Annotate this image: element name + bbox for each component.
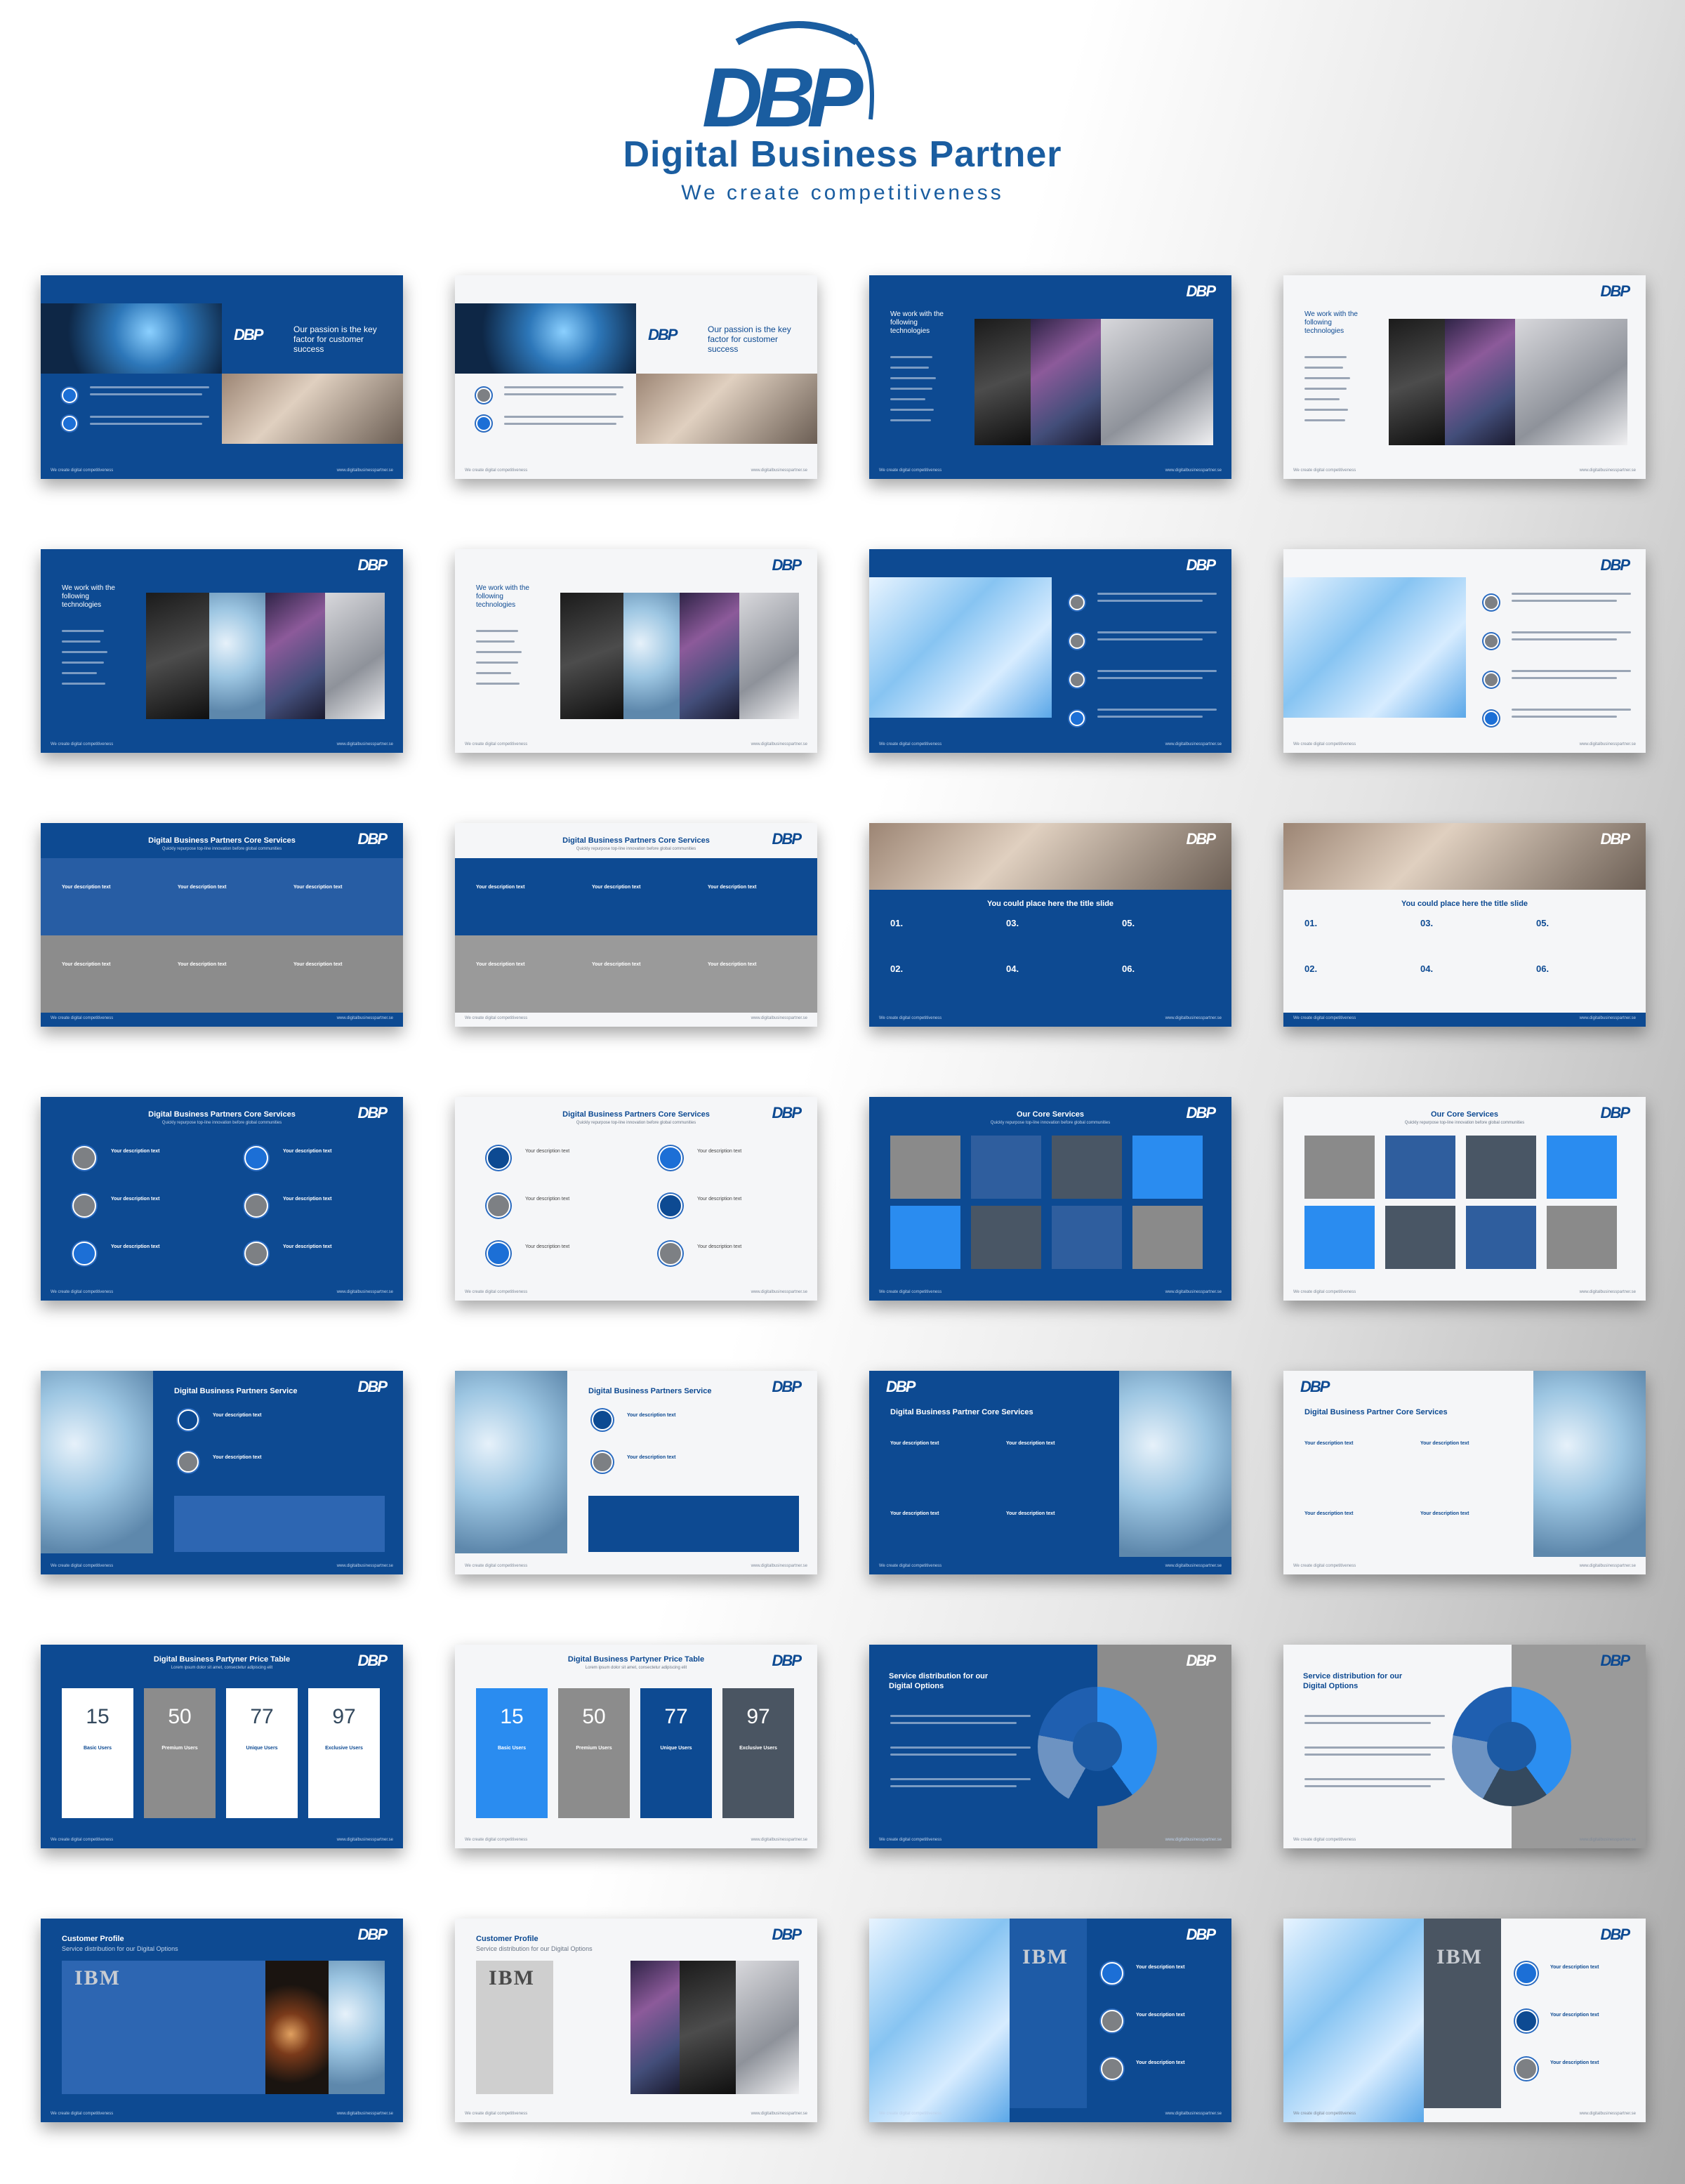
network-photo	[636, 374, 817, 444]
woman-globe-photo	[1533, 1371, 1646, 1557]
hand-photo	[41, 303, 222, 374]
donut-chart	[1038, 1687, 1157, 1806]
target-icon	[1069, 595, 1085, 610]
calendar-icon	[1069, 711, 1085, 726]
target-icon	[1484, 595, 1499, 610]
price-card-premium[interactable]: 50 Premium Users	[558, 1688, 630, 1818]
slide-title: You could place here the title slide	[1401, 900, 1528, 908]
slide-tech-light[interactable]: DBP We work with the following technolog…	[1283, 275, 1646, 479]
slide-icons-light[interactable]: DBP Digital Business Partners Core Servi…	[455, 1097, 817, 1301]
slide-ibm-light[interactable]: IBM DBP Your description text Your descr…	[1283, 1919, 1646, 2122]
slide-price-light[interactable]: DBP Digital Business Partyner Price Tabl…	[455, 1645, 817, 1848]
slide-customer-light[interactable]: DBP Customer Profile Service distributio…	[455, 1919, 817, 2122]
price-card-exclusive[interactable]: 97 Exclusive Users	[308, 1688, 380, 1818]
calendar-icon	[1484, 711, 1499, 726]
slide-partner-core-dark[interactable]: DBP Digital Business Partner Core Servic…	[869, 1371, 1231, 1574]
group-icon	[1069, 633, 1085, 649]
slide-customer-dark[interactable]: DBP Customer Profile Service distributio…	[41, 1919, 403, 2122]
slide-title: We work with the following technologies	[1304, 310, 1358, 335]
hourglass-icon	[1069, 672, 1085, 688]
price-card-unique[interactable]: 77 Unique Users	[226, 1688, 298, 1818]
slide-passion-light[interactable]: DBP Our passion is the key factor for cu…	[455, 275, 817, 479]
slide-title: We work with the following technologies	[890, 310, 944, 335]
price-card-basic[interactable]: 15 Basic Users	[476, 1688, 548, 1818]
price-card-unique[interactable]: 77 Unique Users	[640, 1688, 712, 1818]
chart-photo	[1283, 1919, 1424, 2122]
chart-photo	[869, 1919, 1010, 2122]
slide-price-dark[interactable]: DBP Digital Business Partyner Price Tabl…	[41, 1645, 403, 1848]
slide-logo: DBP	[1600, 830, 1630, 848]
slide-passion-dark[interactable]: DBP Our passion is the key factor for cu…	[41, 275, 403, 479]
slide-tech2-light[interactable]: DBP We work with the following technolog…	[455, 549, 817, 753]
network-photo	[1283, 823, 1646, 890]
slide-logo: DBP	[772, 556, 802, 574]
slide-logo: DBP	[1600, 1926, 1630, 1943]
svg-text:DBP: DBP	[702, 51, 864, 145]
price-card-premium[interactable]: 50 Premium Users	[144, 1688, 216, 1818]
slide-service-dark[interactable]: DBP Digital Business Partners Service Yo…	[41, 1371, 403, 1574]
slide-numbered-dark[interactable]: DBP You could place here the title slide…	[869, 823, 1231, 1027]
chart-photo	[869, 577, 1052, 718]
slide-logo: DBP	[1600, 1652, 1630, 1669]
price-card-exclusive[interactable]: 97 Exclusive Users	[722, 1688, 794, 1818]
slide-partner-core-light[interactable]: DBP Digital Business Partner Core Servic…	[1283, 1371, 1646, 1574]
slide-tiles-dark[interactable]: DBP Our Core Services Quickly repurpose …	[869, 1097, 1231, 1301]
slide-title: We work with the following technologies	[62, 584, 115, 609]
target-icon	[476, 388, 491, 403]
hourglass-icon	[1484, 672, 1499, 688]
slide-logo: DBP	[1300, 1378, 1330, 1395]
user-icon	[62, 416, 77, 431]
slide-logo: DBP	[357, 1378, 388, 1395]
slide-logo: DBP	[1600, 282, 1630, 300]
slide-title: You could place here the title slide	[986, 900, 1114, 908]
slide-numbered-light[interactable]: DBP You could place here the title slide…	[1283, 823, 1646, 1027]
slide-logo: DBP	[648, 326, 678, 343]
slide-core-dark[interactable]: DBP Digital Business Partners Core Servi…	[41, 823, 403, 1027]
slide-logo: DBP	[1186, 282, 1216, 300]
slide-title: Our passion is the key factor for custom…	[708, 324, 791, 354]
slide-title: Digital Business Partners Core Services	[562, 836, 710, 845]
donut-chart	[1452, 1687, 1571, 1806]
slide-tiles-light[interactable]: DBP Our Core Services Quickly repurpose …	[1283, 1097, 1646, 1301]
group-icon	[1484, 633, 1499, 649]
slide-title: Our passion is the key factor for custom…	[293, 324, 377, 354]
slide-logo: DBP	[1186, 1652, 1216, 1669]
slide-logo: DBP	[1186, 1926, 1216, 1943]
slide-logo: DBP	[1600, 556, 1630, 574]
slide-logo: DBP	[772, 1926, 802, 1943]
slide-tech2-dark[interactable]: DBP We work with the following technolog…	[41, 549, 403, 753]
slide-service-light[interactable]: DBP Digital Business Partners Service Yo…	[455, 1371, 817, 1574]
slide-chart-light[interactable]: DBP We create digital competitiveness www…	[1283, 549, 1646, 753]
slide-donut-dark[interactable]: DBP Service distribution for our Digital…	[869, 1645, 1231, 1848]
slide-ibm-dark[interactable]: IBM DBP Your description text Your descr…	[869, 1919, 1231, 2122]
price-card-basic[interactable]: 15 Basic Users	[62, 1688, 133, 1818]
network-photo	[222, 374, 403, 444]
woman-globe-photo	[41, 1371, 153, 1553]
slide-icons-dark[interactable]: DBP Digital Business Partners Core Servi…	[41, 1097, 403, 1301]
slide-logo: DBP	[357, 556, 388, 574]
slide-chart-dark[interactable]: DBP We create digital competitiveness www…	[869, 549, 1231, 753]
slide-tech-dark[interactable]: DBP We work with the following technolog…	[869, 275, 1231, 479]
slide-logo: DBP	[1186, 830, 1216, 848]
hero-header: DBP Digital Business Partner We create c…	[0, 0, 1685, 232]
slide-title: Digital Business Partners Core Services	[148, 836, 296, 845]
brand-name: Digital Business Partner	[623, 134, 1062, 175]
slide-donut-light[interactable]: DBP Service distribution for our Digital…	[1283, 1645, 1646, 1848]
slide-logo: DBP	[1186, 556, 1216, 574]
slide-core-light[interactable]: DBP Digital Business Partners Core Servi…	[455, 823, 817, 1027]
chart-photo	[1283, 577, 1466, 718]
target-icon	[62, 388, 77, 403]
user-icon	[476, 416, 491, 431]
slide-logo: DBP	[234, 326, 263, 343]
woman-globe-photo	[455, 1371, 567, 1553]
slide-logo: DBP	[772, 1378, 802, 1395]
slide-logo: DBP	[886, 1378, 916, 1395]
brand-tagline: We create competitiveness	[681, 181, 1004, 204]
slide-logo: DBP	[357, 1926, 388, 1943]
slide-title: We work with the following technologies	[476, 584, 529, 609]
hand-photo	[455, 303, 636, 374]
woman-globe-photo	[1119, 1371, 1231, 1557]
network-photo	[869, 823, 1231, 890]
